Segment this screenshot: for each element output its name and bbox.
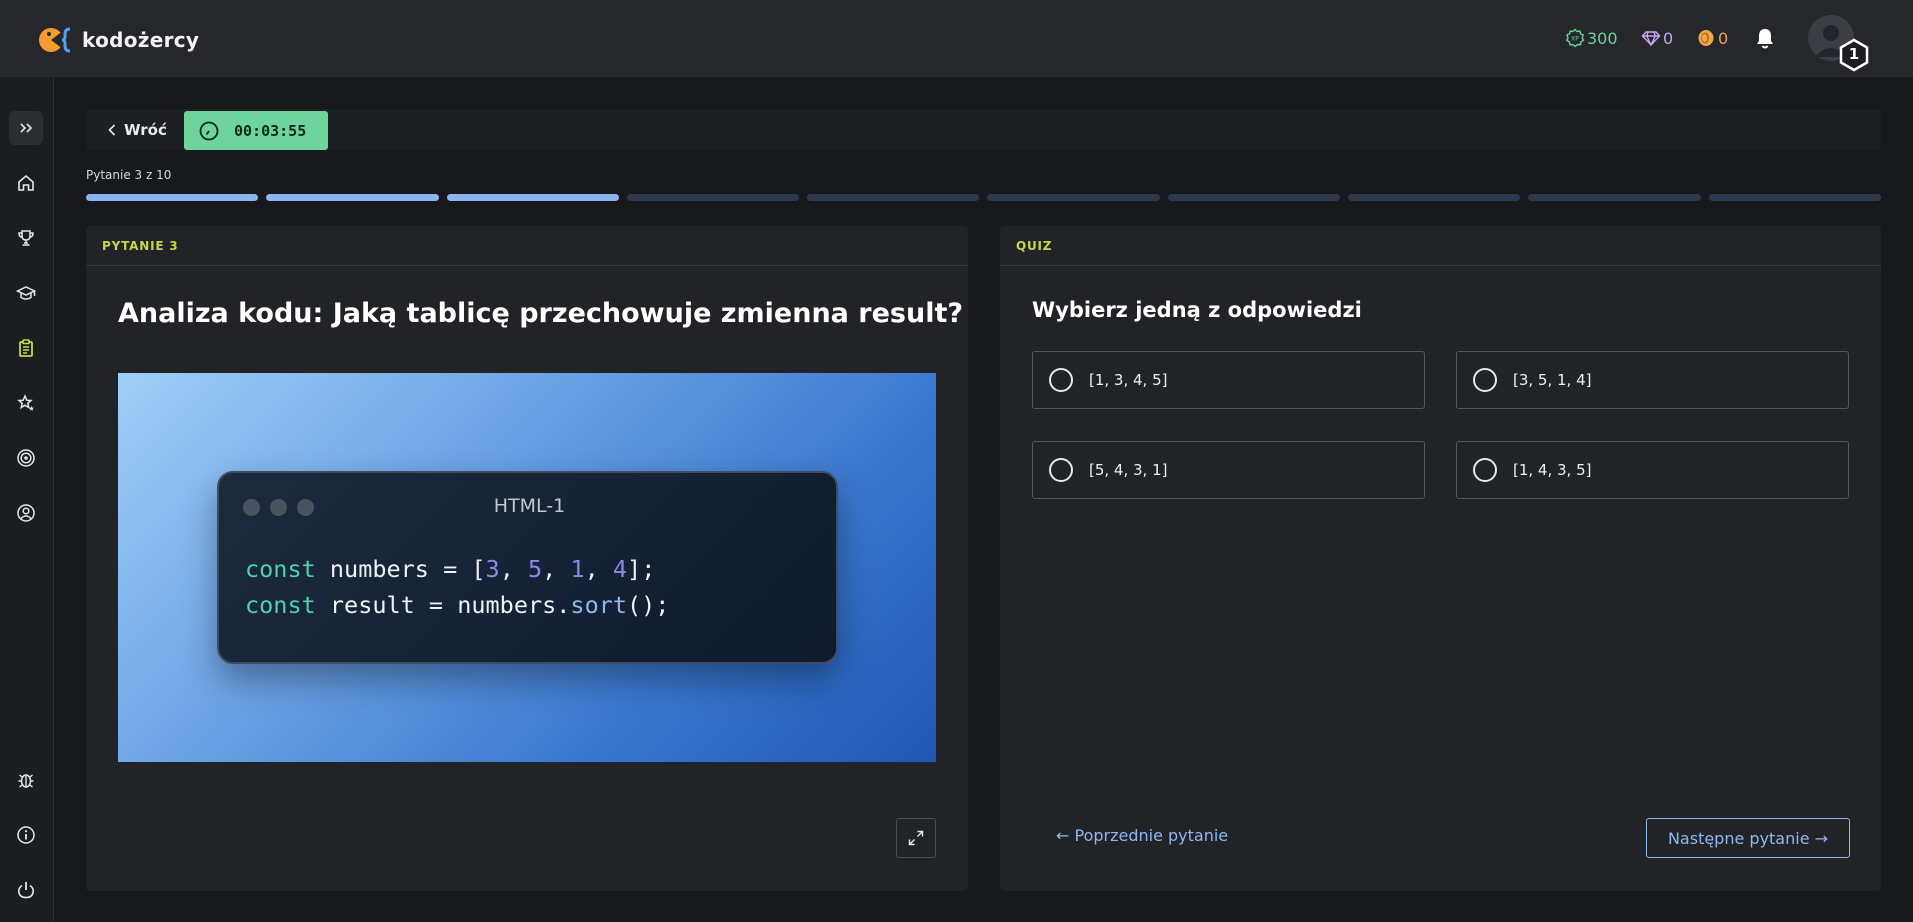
answer-option[interactable]: [5, 4, 3, 1] [1032, 441, 1425, 499]
coins-value: 0 [1718, 28, 1729, 48]
top-bar: kodożercy XP 300 0 0 1 [0, 0, 1913, 78]
quiz-tag: QUIZ [1000, 226, 1881, 266]
answer-option[interactable]: [1, 4, 3, 5] [1456, 441, 1849, 499]
code-token: 5 [527, 555, 543, 583]
graduation-cap-icon[interactable] [9, 276, 43, 310]
gems-value: 0 [1663, 28, 1674, 48]
question-panel: PYTANIE 3 Analiza kodu: Jaką tablicę prz… [86, 226, 968, 891]
home-icon[interactable] [9, 166, 43, 200]
question-tag: PYTANIE 3 [86, 226, 968, 266]
sidebar-expand-icon[interactable] [9, 111, 43, 145]
radio-button[interactable] [1473, 458, 1497, 482]
code-token: result = numbers. [315, 591, 571, 619]
logo-text: kodożercy [82, 28, 200, 52]
timer-icon [199, 121, 219, 140]
code-token: 1 [570, 555, 585, 583]
chevron-left-icon [108, 124, 116, 136]
progress-segment [1708, 194, 1881, 201]
code-token: 4 [612, 555, 628, 583]
question-title: Analiza kodu: Jaką tablicę przechowuje z… [118, 298, 964, 329]
progress-segment [807, 194, 980, 201]
answer-text: [5, 4, 3, 1] [1089, 461, 1168, 479]
xp-value: 300 [1587, 28, 1618, 48]
progress-segment [987, 194, 1160, 201]
previous-question-button[interactable]: ← Poprzednie pytanie [1056, 820, 1228, 850]
code-token: , [542, 555, 571, 583]
quiz-panel: QUIZ Wybierz jedną z odpowiedzi [1, 3, 4… [1000, 226, 1881, 891]
level-badge: 1 [1838, 38, 1870, 72]
answer-option[interactable]: [3, 5, 1, 4] [1456, 351, 1849, 409]
progress-segment [86, 194, 259, 201]
code-window: HTML-1 const numbers = [3, 5, 1, 4]; con… [217, 471, 838, 664]
level-number: 1 [1848, 45, 1860, 63]
code-line-1: const numbers = [3, 5, 1, 4]; [245, 555, 655, 583]
progress-bar [86, 194, 1881, 201]
code-token: numbers = [ [315, 555, 486, 583]
code-window-title: HTML-1 [493, 495, 566, 517]
sidebar [0, 78, 54, 922]
radio-button[interactable] [1049, 458, 1073, 482]
progress-segment [1528, 194, 1701, 201]
info-icon[interactable] [9, 818, 43, 852]
answer-option[interactable]: [1, 3, 4, 5] [1032, 351, 1425, 409]
power-icon[interactable] [9, 873, 43, 907]
back-label: Wróć [124, 121, 167, 139]
user-circle-icon[interactable] [9, 496, 43, 530]
answer-text: [1, 4, 3, 5] [1513, 461, 1592, 479]
target-icon[interactable] [9, 441, 43, 475]
coin-icon [1698, 30, 1714, 46]
code-token: const [245, 591, 316, 619]
code-token: sort [570, 591, 628, 619]
gems-counter[interactable]: 0 [1641, 27, 1673, 49]
code-token: , [499, 555, 528, 583]
answer-text: [3, 5, 1, 4] [1513, 371, 1592, 389]
logo-icon [38, 25, 80, 55]
xp-counter[interactable]: XP 300 [1565, 27, 1618, 49]
back-button[interactable]: Wróć [104, 114, 167, 146]
answer-text: [1, 3, 4, 5] [1089, 371, 1168, 389]
clipboard-icon[interactable] [9, 331, 43, 365]
radio-button[interactable] [1473, 368, 1497, 392]
diamond-icon [1641, 31, 1661, 47]
coins-counter[interactable]: 0 [1696, 27, 1728, 49]
svg-text:XP: XP [1571, 36, 1579, 43]
progress-segment [626, 194, 800, 201]
quiz-header-bar [86, 109, 1881, 150]
progress-segment [446, 194, 619, 201]
fullscreen-button[interactable] [896, 818, 936, 858]
notifications-bell-icon[interactable] [1753, 26, 1777, 50]
radio-button[interactable] [1049, 368, 1073, 392]
code-token: 3 [485, 555, 500, 583]
code-token: const [245, 555, 316, 583]
timer-value: 00:03:55 [234, 121, 307, 140]
progress-segment [1348, 194, 1521, 201]
expand-icon [908, 830, 924, 846]
logo[interactable]: kodożercy [38, 25, 199, 55]
code-token: , [584, 555, 613, 583]
code-snippet-image: HTML-1 const numbers = [3, 5, 1, 4]; con… [118, 373, 936, 762]
code-line-2: const result = numbers.sort(); [245, 591, 669, 619]
progress-segment [266, 194, 439, 201]
code-token: ]; [627, 555, 656, 583]
code-token: (); [627, 591, 670, 619]
question-counter: Pytanie 3 z 10 [86, 168, 172, 182]
stars-icon[interactable] [9, 386, 43, 420]
quiz-instruction: Wybierz jedną z odpowiedzi [1032, 298, 1362, 322]
xp-icon: XP [1565, 28, 1585, 48]
progress-segment [1167, 194, 1341, 201]
trophy-icon[interactable] [9, 221, 43, 255]
timer: 00:03:55 [184, 111, 328, 150]
bug-icon[interactable] [9, 763, 43, 797]
next-question-button[interactable]: Następne pytanie → [1646, 818, 1850, 858]
